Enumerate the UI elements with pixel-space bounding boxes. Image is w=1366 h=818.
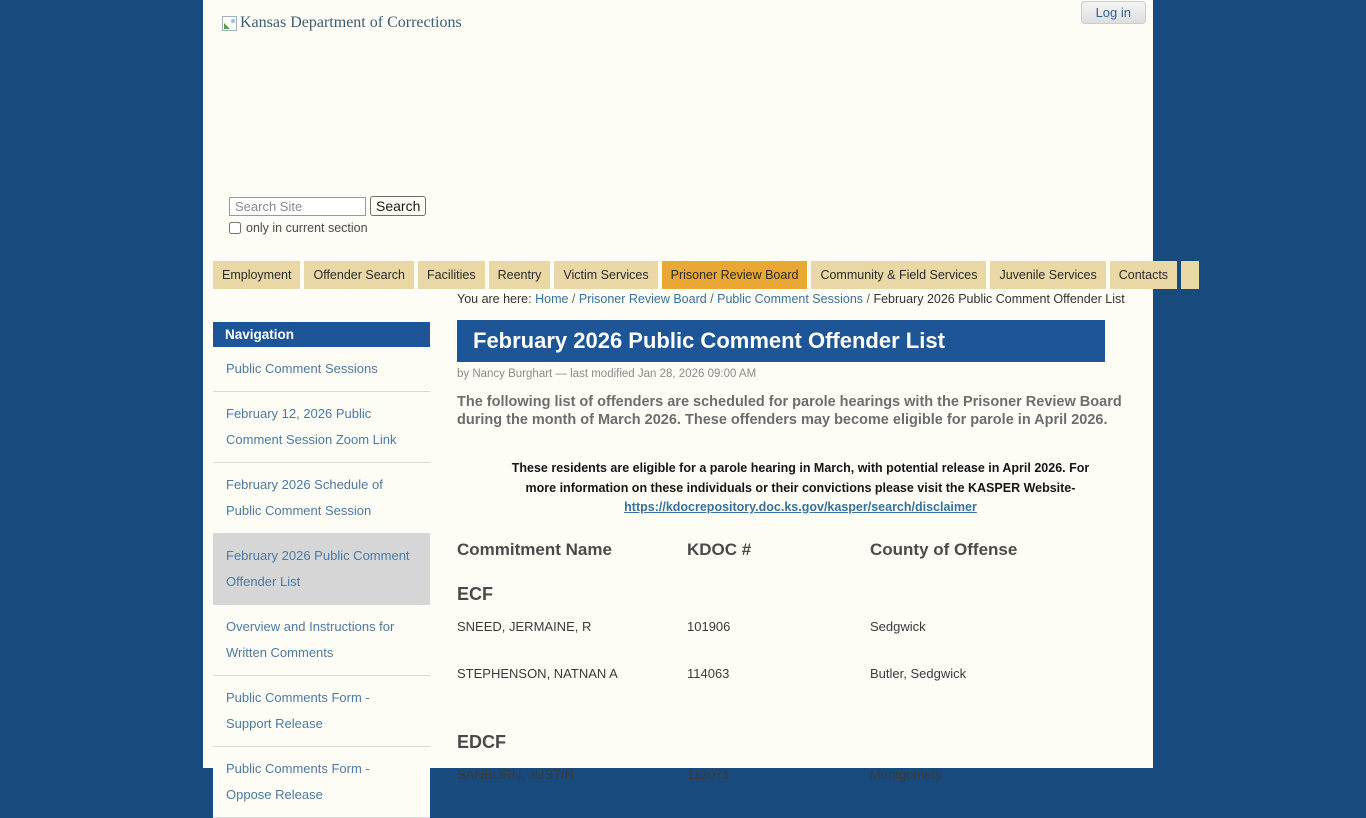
byline: by Nancy Burghart — last modified Jan 28… (457, 368, 1144, 380)
breadcrumb-separator: / (707, 292, 717, 306)
tab-label: Offender Search (313, 268, 405, 282)
column-header-kdoc: KDOC # (687, 540, 870, 560)
breadcrumb-link[interactable]: Prisoner Review Board (579, 292, 707, 306)
breadcrumb-separator: / (863, 292, 873, 306)
nav-tab[interactable]: Community & Field Services (811, 261, 986, 289)
nav-tab[interactable]: Victim Services (554, 261, 657, 289)
breadcrumb-current: February 2026 Public Comment Offender Li… (873, 292, 1124, 306)
breadcrumb-link[interactable]: Home (535, 292, 568, 306)
intro-paragraph: The following list of offenders are sche… (457, 393, 1144, 429)
sidebar-item[interactable]: Public Comments Form - Oppose Release (213, 747, 430, 818)
tab-label: Contacts (1119, 268, 1168, 282)
sidebar-item[interactable]: February 12, 2026 Public Comment Session… (213, 392, 430, 463)
sidebar-item[interactable]: February 2026 Schedule of Public Comment… (213, 463, 430, 534)
tab-spacer (1181, 261, 1199, 289)
breadcrumb: You are here: Home / Prisoner Review Boa… (457, 292, 1125, 306)
page-title: February 2026 Public Comment Offender Li… (457, 320, 1105, 362)
breadcrumb-links: Home / Prisoner Review Board / Public Co… (535, 292, 873, 306)
offender-county: Sedgwick (870, 619, 1144, 634)
breadcrumb-separator: / (568, 292, 578, 306)
offender-kdoc-number: 114063 (687, 666, 870, 681)
offender-table-body: ECF SNEED, JERMAINE, R 101906 Sedgwick S… (457, 584, 1144, 809)
breadcrumb-prefix: You are here: (457, 292, 532, 306)
sidebar-item[interactable]: Public Comment Sessions (213, 347, 430, 392)
nav-tab[interactable]: Facilities (418, 261, 485, 289)
breadcrumb-link[interactable]: Public Comment Sessions (717, 292, 863, 306)
nav-tab[interactable]: Juvenile Services (990, 261, 1105, 289)
sidebar-title: Navigation (213, 322, 430, 347)
search-input[interactable] (229, 197, 366, 216)
offender-name: SANBORN, JUSTIN (457, 767, 687, 782)
tab-label: Facilities (427, 268, 476, 282)
offender-name: SNEED, JERMAINE, R (457, 619, 687, 634)
login-button[interactable]: Log in (1081, 1, 1146, 24)
tab-label: Prisoner Review Board (671, 268, 799, 282)
tab-label: Victim Services (563, 268, 648, 282)
nav-tab[interactable]: Reentry (489, 261, 551, 289)
offender-row: SNEED, JERMAINE, R 101906 Sedgwick (457, 614, 1144, 661)
nav-tabs: Employment Offender Search Facilities Re… (213, 261, 1153, 289)
tab-label: Juvenile Services (999, 268, 1096, 282)
only-current-section-checkbox[interactable] (229, 222, 241, 234)
nav-tab[interactable]: Offender Search (304, 261, 414, 289)
kasper-disclaimer-link[interactable]: https://kdocrepository.doc.ks.gov/kasper… (457, 500, 1144, 514)
search-button[interactable]: Search (370, 196, 426, 216)
broken-image-icon (222, 16, 237, 31)
sidebar-item[interactable]: Public Comments Form - Support Release (213, 676, 430, 747)
tab-label: Reentry (498, 268, 542, 282)
site-header: Kansas Department of Corrections Log in … (203, 0, 1153, 258)
nav-tab[interactable]: Prisoner Review Board (662, 261, 808, 289)
column-header-name: Commitment Name (457, 540, 687, 560)
sidebar-item[interactable]: February 2026 Public Comment Offender Li… (213, 534, 430, 605)
nav-tab[interactable]: Contacts (1110, 261, 1177, 289)
site-logo-link[interactable]: Kansas Department of Corrections (222, 14, 462, 32)
offender-name: STEPHENSON, NATNAN A (457, 666, 687, 681)
logo-alt-text: Kansas Department of Corrections (240, 14, 462, 32)
column-header-county: County of Offense (870, 540, 1144, 560)
search-scope-option: only in current section (229, 221, 426, 235)
tab-label: Community & Field Services (820, 268, 977, 282)
offender-county: Butler, Sedgwick (870, 666, 1144, 681)
checkbox-label: only in current section (246, 221, 368, 235)
notice-paragraph: These residents are eligible for a parol… (501, 459, 1101, 498)
main-content: February 2026 Public Comment Offender Li… (457, 320, 1144, 809)
facility-group-header: EDCF (457, 732, 1144, 753)
offender-row: STEPHENSON, NATNAN A 114063 Butler, Sedg… (457, 661, 1144, 708)
content-area: Kansas Department of Corrections Log in … (203, 0, 1153, 768)
sidebar-navigation: Navigation Public Comment SessionsFebrua… (213, 322, 430, 818)
sidebar-items: Public Comment SessionsFebruary 12, 2026… (213, 347, 430, 818)
offender-kdoc-number: 101906 (687, 619, 870, 634)
offender-row: SANBORN, JUSTIN 112071 Montgomery (457, 762, 1144, 809)
facility-group-header: ECF (457, 584, 1144, 605)
nav-tab[interactable]: Employment (213, 261, 300, 289)
offender-county: Montgomery (870, 767, 1144, 782)
offender-table-header: Commitment Name KDOC # County of Offense (457, 540, 1144, 560)
site-search: Search only in current section (229, 196, 426, 235)
sidebar-item[interactable]: Overview and Instructions for Written Co… (213, 605, 430, 676)
offender-kdoc-number: 112071 (687, 767, 870, 782)
tab-label: Employment (222, 268, 291, 282)
